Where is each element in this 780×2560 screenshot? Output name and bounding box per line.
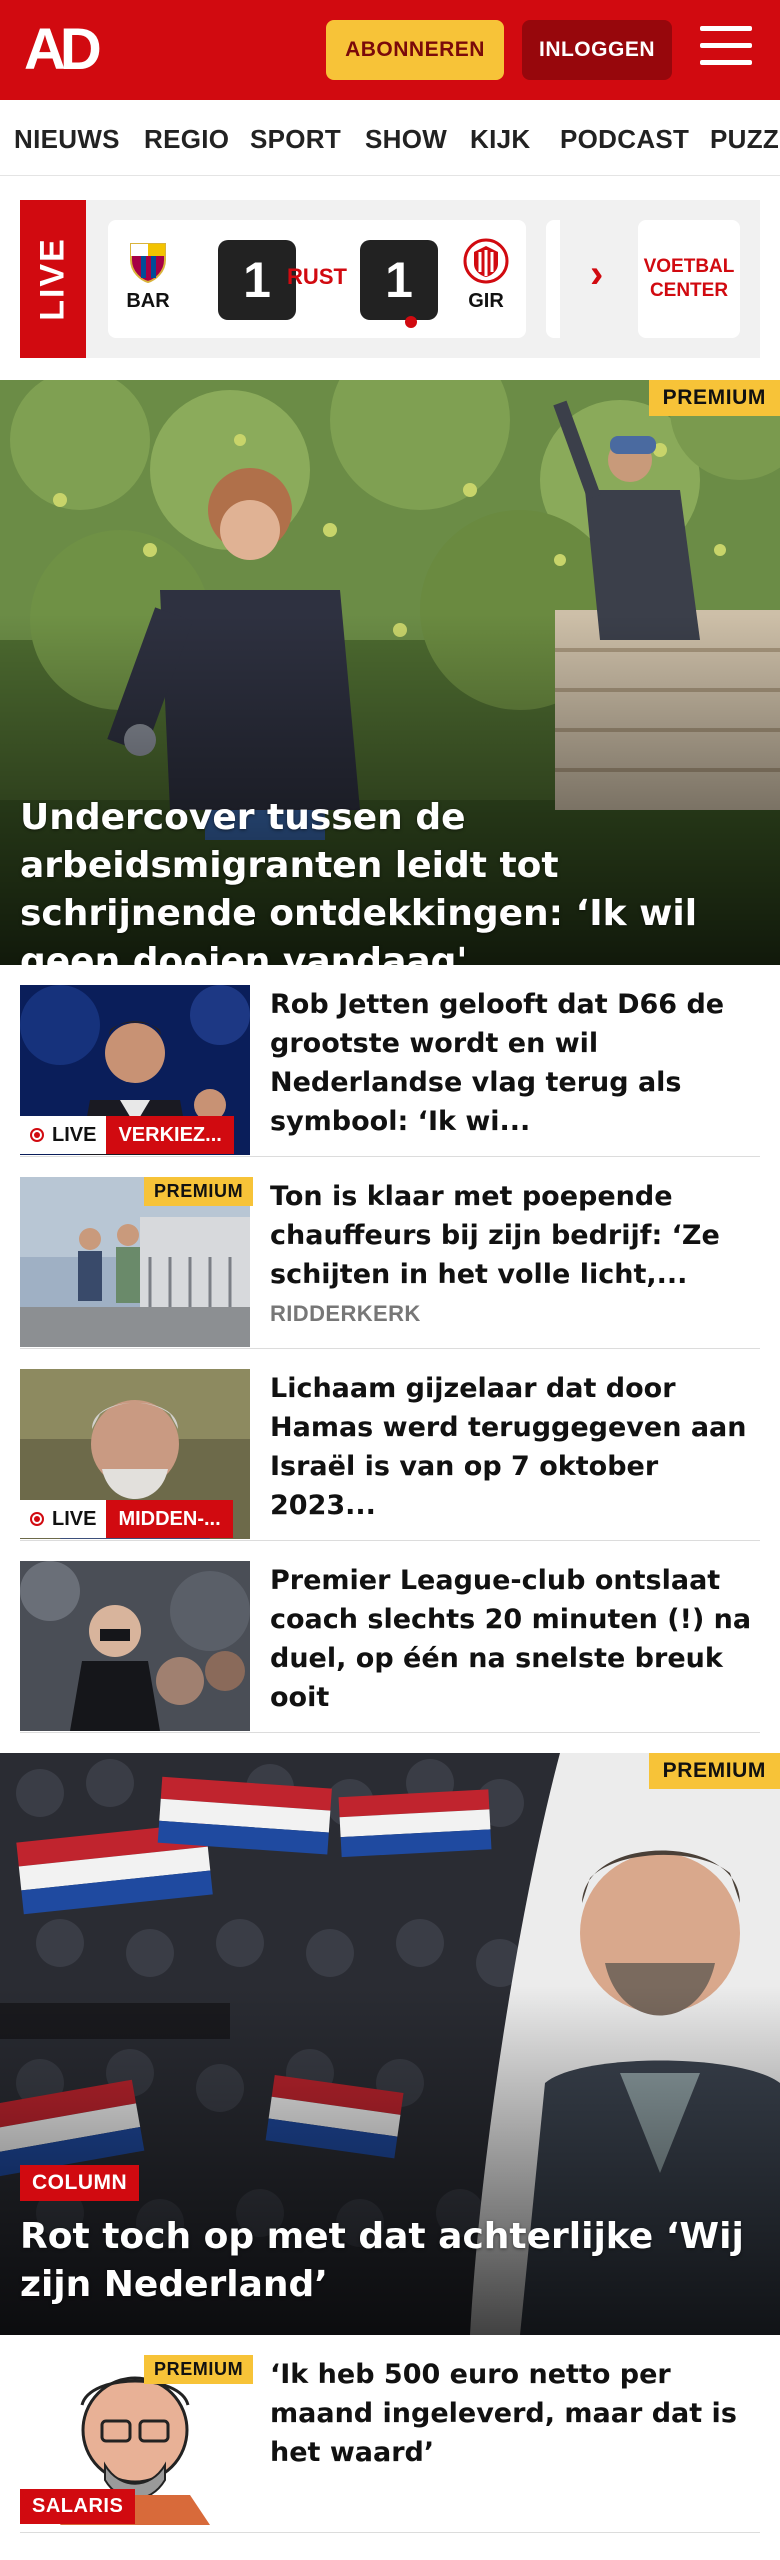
premium-badge: PREMIUM [648,380,780,416]
category-tag[interactable]: MIDDEN-... [106,1500,233,1538]
chevron-right-icon[interactable]: › [590,254,603,294]
live-dot-icon [405,316,417,328]
home-team: BAR [118,238,178,313]
live-scores-strip: LIVE BAR 1 RUST 1 GIR › VOETBAL CENTER [20,200,760,358]
home-team-abbr: BAR [126,290,170,312]
subscribe-button[interactable]: ABONNEREN [326,20,504,80]
top-bar: AD ABONNEREN INLOGGEN [0,0,780,100]
article-thumbnail [20,1561,250,1731]
live-tag-text: LIVE [52,1507,97,1530]
article-tags: LIVE VERKIEZ... [20,1116,234,1154]
hero-title[interactable]: Undercover tussen de arbeidsmigranten le… [20,794,760,965]
list-item[interactable]: PREMIUM SALARIS ‘Ik heb 500 euro netto p… [20,2355,760,2533]
away-team-abbr: GIR [468,290,504,312]
girona-crest-icon [463,238,509,284]
list-item[interactable]: LIVE VERKIEZ... Rob Jetten gelooft dat D… [20,985,760,1157]
live-tag: LIVE [20,1500,107,1538]
live-tag: LIVE [20,1116,107,1154]
article-title[interactable]: ‘Ik heb 500 euro netto per maand ingelev… [270,2355,760,2472]
login-button[interactable]: INLOGGEN [522,20,672,80]
live-tag-text: LIVE [52,1123,97,1146]
hamburger-icon[interactable] [700,26,752,70]
list-item[interactable]: PREMIUM Ton is klaar met poepende chauff… [20,1177,760,1349]
list-item[interactable]: Premier League-club ontslaat coach slech… [20,1561,760,1733]
nav-item-regio[interactable]: REGIO [144,124,229,155]
nav-item-sport[interactable]: SPORT [250,124,341,155]
nav-item-podcast[interactable]: PODCAST [560,124,689,155]
column-category-tag[interactable]: COLUMN [20,2165,140,2201]
nav-item-nieuws[interactable]: NIEUWS [14,124,120,155]
next-match-card[interactable] [546,220,560,338]
category-tag[interactable]: VERKIEZ... [106,1116,234,1154]
hero-article[interactable]: PREMIUM Undercover tussen de arbeidsmigr… [0,380,780,965]
section-nav: NIEUWS REGIO SPORT SHOW KIJK PODCAST PUZ… [0,100,780,176]
nav-item-kijk[interactable]: KIJK [470,124,530,155]
ad-logo[interactable]: AD [24,21,102,79]
article-title[interactable]: Lichaam gijzelaar dat door Hamas werd te… [270,1369,760,1525]
column-hero-title[interactable]: Rot toch op met dat achterlijke ‘Wij zij… [20,2213,760,2309]
article-title[interactable]: Ton is klaar met poepende chauffeurs bij… [270,1177,760,1294]
away-score: 1 [360,240,438,320]
premium-badge: PREMIUM [144,1177,254,1206]
list-item[interactable]: LIVE MIDDEN-... Lichaam gijzelaar dat do… [20,1369,760,1541]
away-team: GIR [456,238,516,313]
premium-badge: PREMIUM [144,2355,254,2384]
voetbal-center-button[interactable]: VOETBAL CENTER [638,220,740,338]
premium-badge: PREMIUM [648,1753,780,1789]
match-status: RUST [287,264,347,289]
column-hero-article[interactable]: PREMIUM COLUMN Rot toch op met dat achte… [0,1753,780,2335]
article-tags: LIVE MIDDEN-... [20,1500,233,1538]
category-tag[interactable]: SALARIS [20,2489,136,2524]
nav-item-show[interactable]: SHOW [365,124,447,155]
live-dot-icon [30,1128,44,1142]
article-location: RIDDERKERK [270,1301,421,1326]
live-label-text: LIVE [33,237,72,321]
article-title[interactable]: Premier League-club ontslaat coach slech… [270,1561,760,1717]
match-card[interactable]: BAR 1 RUST 1 GIR [108,220,526,338]
barcelona-crest-icon [125,238,171,284]
live-label: LIVE [20,200,86,358]
live-dot-icon [30,1512,44,1526]
nav-item-puzzels[interactable]: PUZZ [710,124,779,155]
article-title[interactable]: Rob Jetten gelooft dat D66 de grootste w… [270,985,760,1141]
